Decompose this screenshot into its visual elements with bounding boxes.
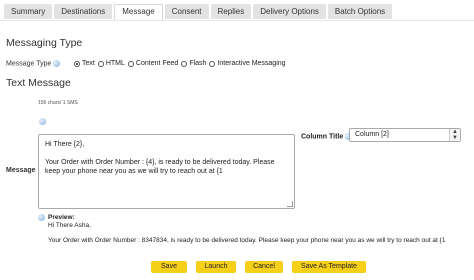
preview-label: Preview: (48, 214, 75, 221)
radio-content-feed-label: Content Feed (135, 60, 179, 67)
tab-destinations[interactable]: Destinations (54, 4, 113, 19)
message-line-greeting: Hi There {2}, (45, 141, 85, 148)
tab-delivery-options[interactable]: Delivery Options (253, 4, 326, 19)
preview-block: Preview: Hi There Asha, Your Order with … (38, 214, 445, 244)
info-icon[interactable] (39, 118, 46, 125)
preview-greeting: Hi There Asha, (48, 222, 91, 229)
radio-html-dot[interactable] (97, 60, 104, 67)
tab-bar: Summary Destinations Message Consent Rep… (4, 4, 393, 20)
tab-divider (0, 20, 474, 21)
radio-interactive-messaging-dot[interactable] (209, 60, 216, 67)
column-title-select[interactable]: Column [2] ▲ ▼ (349, 128, 461, 142)
radio-flash-label: Flash (189, 60, 207, 67)
resize-handle-icon[interactable] (287, 201, 293, 207)
save-as-template-button[interactable]: Save As Template (292, 261, 366, 273)
radio-text-label: Text (82, 60, 95, 67)
radio-text[interactable]: Text (74, 60, 95, 67)
tab-replies[interactable]: Replies (210, 4, 252, 19)
message-textarea[interactable]: Hi There {2}, Your Order with Order Numb… (38, 134, 295, 209)
section-title-messaging-type: Messaging Type (6, 37, 83, 49)
cancel-button[interactable]: Cancel (245, 261, 283, 273)
message-type-radio-group: Text HTML Content Feed Flash Interactive… (74, 60, 289, 67)
radio-content-feed-dot[interactable] (127, 60, 134, 67)
tab-message[interactable]: Message (114, 4, 163, 20)
radio-interactive-messaging-label: Interactive Messaging (217, 60, 286, 67)
radio-interactive-messaging[interactable]: Interactive Messaging (209, 60, 286, 67)
radio-html[interactable]: HTML (97, 60, 125, 67)
message-line-body: Your Order with Order Number : {4}, is r… (45, 159, 275, 175)
column-title-label: Column Title (301, 133, 353, 141)
info-icon[interactable] (53, 60, 61, 67)
column-title-label-text: Column Title (301, 133, 344, 141)
radio-flash-dot[interactable] (181, 60, 188, 67)
chevron-updown-icon[interactable]: ▲ ▼ (449, 129, 460, 141)
column-title-selected: Column [2] (355, 131, 389, 138)
tab-consent[interactable]: Consent (164, 4, 209, 19)
preview-body: Your Order with Order Number : 8347834, … (48, 237, 446, 244)
radio-text-dot[interactable] (74, 60, 80, 67)
info-icon[interactable] (38, 214, 45, 221)
char-count: 156 chars/ 1 SMS (38, 100, 78, 106)
launch-button[interactable]: Launch (196, 261, 236, 273)
radio-content-feed[interactable]: Content Feed (127, 60, 179, 67)
section-title-text-message: Text Message (6, 77, 71, 89)
action-buttons: Save Launch Cancel Save As Template (151, 261, 366, 273)
message-field-label: Message (6, 167, 36, 174)
tab-summary[interactable]: Summary (4, 4, 53, 19)
save-button[interactable]: Save (151, 261, 187, 273)
radio-flash[interactable]: Flash (181, 60, 206, 67)
radio-html-label: HTML (105, 60, 125, 67)
tab-batch-options[interactable]: Batch Options (327, 4, 393, 19)
message-type-label-text: Message Type (6, 60, 52, 68)
message-type-label: Message Type (6, 60, 61, 68)
